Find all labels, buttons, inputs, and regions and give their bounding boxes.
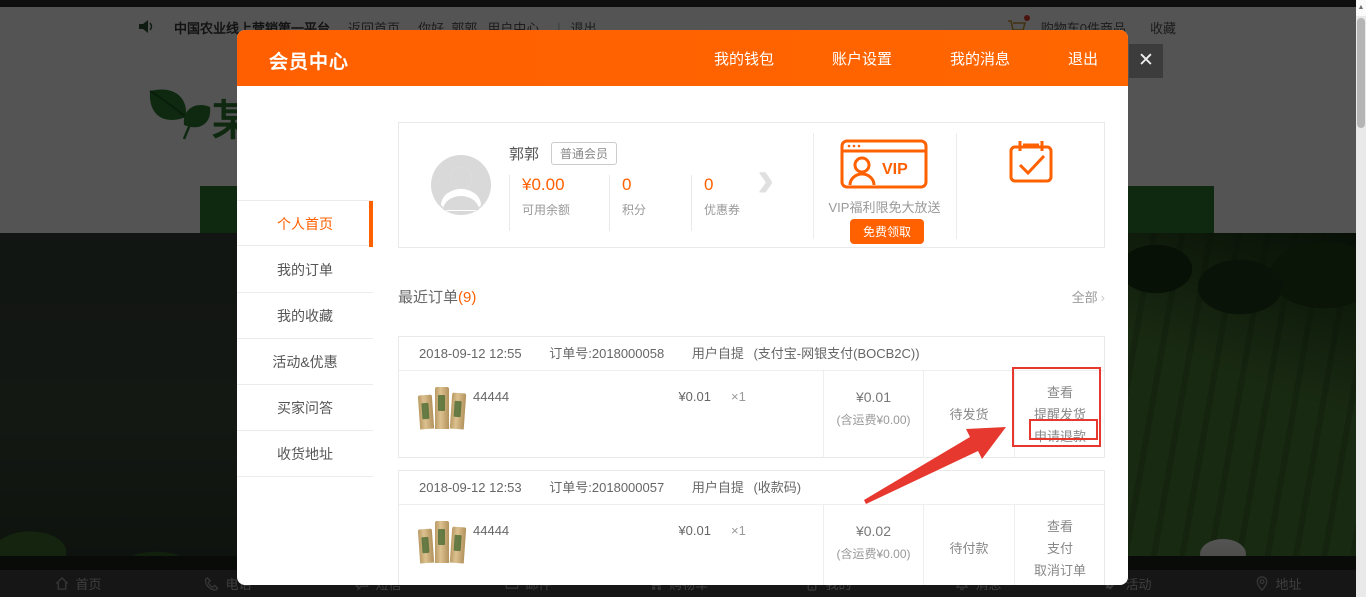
order-body: 44444 ¥0.01 ×1 ¥0.01 (含运费¥0.00) 待发货 查看 提… [399, 371, 1104, 458]
member-level-badge: 普通会员 [551, 142, 617, 165]
order-card: 2018-09-12 12:53 订单号:2018000057 用户自提 (收款… [398, 470, 1105, 585]
action-view[interactable]: 查看 [1047, 518, 1073, 536]
sidebar-item-my-favorites[interactable]: 我的收藏 [237, 293, 373, 339]
scrollbar-up-arrow[interactable]: ▲ [1356, 0, 1366, 16]
order-freight: (含运费¥0.00) [824, 545, 923, 562]
sidebar-item-activities[interactable]: 活动&优惠 [237, 339, 373, 385]
member-center-modal: 会员中心 我的钱包 账户设置 我的消息 退出 个人首页 我的订单 我的收藏 活动… [237, 30, 1128, 585]
order-actions-cell: 查看 支付 取消订单 [1014, 505, 1105, 585]
stat-points[interactable]: 0 积分 [609, 175, 691, 231]
order-total-cell: ¥0.01 (含运费¥0.00) [823, 371, 923, 458]
stat-balance[interactable]: ¥0.00 可用余额 [509, 175, 609, 231]
order-delivery: 用户自提 [692, 346, 744, 361]
sidebar-item-shipping-address[interactable]: 收货地址 [237, 431, 373, 477]
product-name[interactable]: 44444 [473, 389, 509, 404]
panel-divider [813, 133, 814, 239]
chevron-right-icon[interactable]: › [757, 149, 774, 209]
calendar-check-icon[interactable] [1008, 139, 1054, 190]
order-body: 44444 ¥0.01 ×1 ¥0.02 (含运费¥0.00) 待付款 查看 支… [399, 505, 1104, 585]
screen: 中国农业线上营销第一平台 返回首页 你好, 郭郭 用户中心 | 退出 购物车0件… [0, 0, 1366, 597]
free-claim-button[interactable]: 免费领取 [850, 219, 924, 244]
product-quantity: ×1 [731, 389, 746, 404]
sidebar-item-personal-home[interactable]: 个人首页 [237, 200, 373, 246]
account-summary-panel: 郭郭 普通会员 ¥0.00 可用余额 0 积分 0 优惠券 › [398, 122, 1105, 248]
order-datetime: 2018-09-12 12:55 [419, 346, 522, 361]
recent-orders-count: (9) [458, 289, 476, 306]
order-number: 订单号:2018000058 [549, 346, 664, 361]
nav-account-settings[interactable]: 账户设置 [832, 48, 892, 69]
order-card: 2018-09-12 12:55 订单号:2018000058 用户自提 (支付… [398, 336, 1105, 458]
action-request-refund[interactable]: 申请退款 [1034, 428, 1086, 446]
points-value: 0 [622, 175, 691, 195]
action-cancel-order[interactable]: 取消订单 [1034, 562, 1086, 580]
modal-header: 会员中心 我的钱包 账户设置 我的消息 退出 [237, 30, 1128, 86]
nav-my-messages[interactable]: 我的消息 [950, 48, 1010, 69]
points-label: 积分 [622, 201, 691, 218]
action-view[interactable]: 查看 [1047, 384, 1073, 402]
balance-value: ¥0.00 [522, 175, 609, 195]
order-delivery: 用户自提 [692, 480, 744, 495]
user-name: 郭郭 [509, 143, 539, 164]
nav-logout[interactable]: 退出 [1068, 48, 1098, 69]
view-all-link[interactable]: 全部› [1072, 287, 1105, 306]
order-total: ¥0.02 [824, 523, 923, 539]
order-total-cell: ¥0.02 (含运费¥0.00) [823, 505, 923, 585]
sidebar-item-buyer-qa[interactable]: 买家问答 [237, 385, 373, 431]
modal-title: 会员中心 [269, 47, 349, 74]
vip-benefit-text: VIP福利限免大放送 [813, 197, 956, 216]
product-price: ¥0.01 [651, 523, 711, 538]
avatar [431, 155, 491, 215]
product-price: ¥0.01 [651, 389, 711, 404]
balance-label: 可用余额 [522, 201, 609, 218]
order-header: 2018-09-12 12:53 订单号:2018000057 用户自提 (收款… [399, 471, 1104, 505]
order-freight: (含运费¥0.00) [824, 411, 923, 428]
sidebar-item-my-orders[interactable]: 我的订单 [237, 247, 373, 293]
product-thumbnail[interactable] [419, 383, 467, 429]
action-remind-shipment[interactable]: 提醒发货 [1034, 406, 1086, 424]
order-total: ¥0.01 [824, 389, 923, 405]
order-payment: (收款码) [753, 480, 801, 495]
order-datetime: 2018-09-12 12:53 [419, 480, 522, 495]
product-name[interactable]: 44444 [473, 523, 509, 538]
scrollbar-thumb[interactable] [1357, 18, 1365, 128]
order-actions-cell: 查看 提醒发货 申请退款 [1014, 371, 1105, 458]
modal-nav: 我的钱包 账户设置 我的消息 退出 [714, 30, 1098, 86]
modal-close-button[interactable]: ✕ [1129, 44, 1163, 78]
scrollbar-track[interactable]: ▲ [1356, 0, 1366, 597]
panel-divider [956, 133, 957, 239]
order-number: 订单号:2018000057 [549, 480, 664, 495]
order-header: 2018-09-12 12:55 订单号:2018000058 用户自提 (支付… [399, 337, 1104, 371]
order-status: 待付款 [923, 505, 1014, 585]
order-status: 待发货 [923, 371, 1014, 458]
nav-my-wallet[interactable]: 我的钱包 [714, 48, 774, 69]
chevron-right-icon: › [1101, 290, 1105, 305]
action-pay[interactable]: 支付 [1047, 540, 1073, 558]
product-quantity: ×1 [731, 523, 746, 538]
svg-text:VIP: VIP [882, 161, 908, 178]
order-payment: (支付宝-网银支付(BOCB2C)) [753, 346, 919, 361]
recent-orders-title: 最近订单 [398, 289, 458, 306]
recent-orders-header: 最近订单(9) 全部› [398, 286, 1105, 308]
product-thumbnail[interactable] [419, 517, 467, 563]
vip-benefit-icon: VIP [840, 137, 928, 194]
